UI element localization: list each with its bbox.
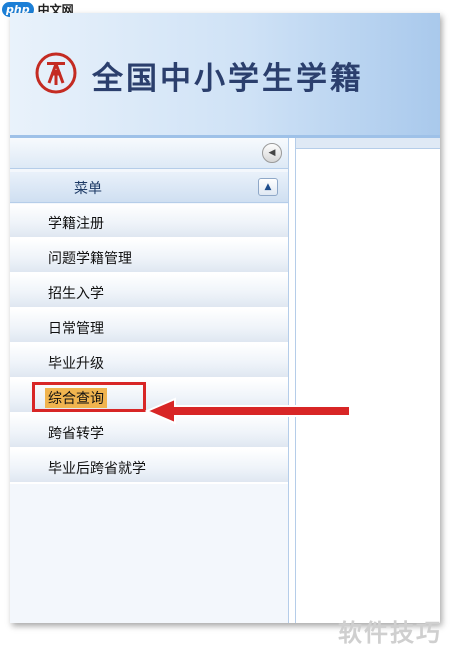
system-title: 全国中小学生学籍 — [92, 61, 364, 97]
watermark-corner-text: 软件技巧 — [338, 619, 442, 647]
menu-item-daily-management[interactable]: 日常管理 — [10, 309, 288, 344]
menu-item-graduation-promotion[interactable]: 毕业升级 — [10, 344, 288, 379]
app-header: 全国中小学生学籍 — [10, 13, 440, 135]
menu-item-student-registration[interactable]: 学籍注册 — [10, 204, 288, 239]
menu-item-label: 毕业升级 — [48, 356, 104, 372]
content-panel — [295, 138, 440, 623]
menu-item-problem-records[interactable]: 问题学籍管理 — [10, 239, 288, 274]
menu-item-enrollment[interactable]: 招生入学 — [10, 274, 288, 309]
app-window: 全国中小学生学籍 ◀ 菜单 ▲ 学籍注册 问题学籍管理 招生入学 日常管理 毕业… — [10, 13, 440, 623]
annotation-arrow-icon — [145, 397, 351, 425]
menu-item-label: 问题学籍管理 — [48, 251, 132, 267]
menu-list: 学籍注册 问题学籍管理 招生入学 日常管理 毕业升级 综合查询 跨省转学 毕业后… — [10, 204, 288, 484]
menu-item-label: 毕业后跨省就学 — [48, 461, 146, 477]
national-student-emblem-icon — [35, 52, 77, 94]
up-arrow-icon[interactable]: ▲ — [258, 178, 278, 196]
menu-item-label: 招生入学 — [48, 286, 104, 302]
menu-item-label: 综合查询 — [45, 388, 107, 408]
menu-item-post-graduation-transfer[interactable]: 毕业后跨省就学 — [10, 449, 288, 484]
menu-title: 菜单 — [74, 181, 102, 197]
left-arrow-circle-icon[interactable]: ◀ — [262, 143, 282, 163]
menu-item-label: 日常管理 — [48, 321, 104, 337]
menu-item-label: 跨省转学 — [48, 426, 104, 442]
menu-item-label: 学籍注册 — [48, 216, 104, 232]
menu-header[interactable]: 菜单 ▲ — [10, 172, 288, 203]
panel-toolbar: ◀ — [10, 138, 288, 169]
content-toolbar — [296, 138, 440, 149]
menu-panel: ◀ 菜单 ▲ 学籍注册 问题学籍管理 招生入学 日常管理 毕业升级 综合查询 跨… — [10, 138, 289, 623]
